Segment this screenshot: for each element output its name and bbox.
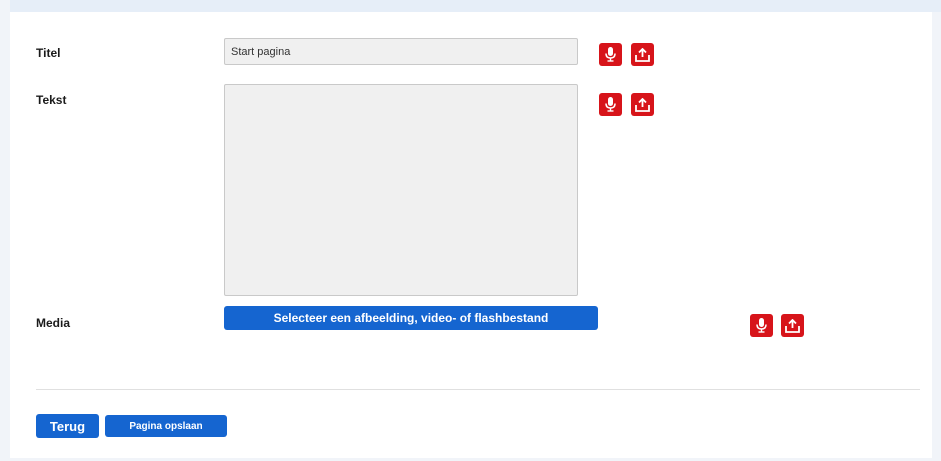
microphone-icon <box>605 97 616 112</box>
text-label: Tekst <box>36 93 67 107</box>
text-record-button[interactable] <box>599 93 622 116</box>
text-upload-button[interactable] <box>631 93 654 116</box>
top-strip <box>10 0 941 12</box>
back-button[interactable]: Terug <box>36 414 99 438</box>
upload-icon <box>635 97 650 112</box>
title-input[interactable] <box>224 38 578 65</box>
microphone-icon <box>605 47 616 62</box>
text-textarea[interactable] <box>224 84 578 296</box>
upload-icon <box>785 318 800 333</box>
media-upload-button[interactable] <box>781 314 804 337</box>
save-page-button[interactable]: Pagina opslaan <box>105 415 227 437</box>
select-media-button[interactable]: Selecteer een afbeelding, video- of flas… <box>224 306 598 330</box>
upload-icon <box>635 47 650 62</box>
media-label: Media <box>36 316 71 330</box>
title-record-button[interactable] <box>599 43 622 66</box>
media-record-button[interactable] <box>750 314 773 337</box>
form-divider <box>36 389 920 390</box>
microphone-icon <box>756 318 767 333</box>
title-upload-button[interactable] <box>631 43 654 66</box>
title-label: Titel <box>36 46 61 60</box>
